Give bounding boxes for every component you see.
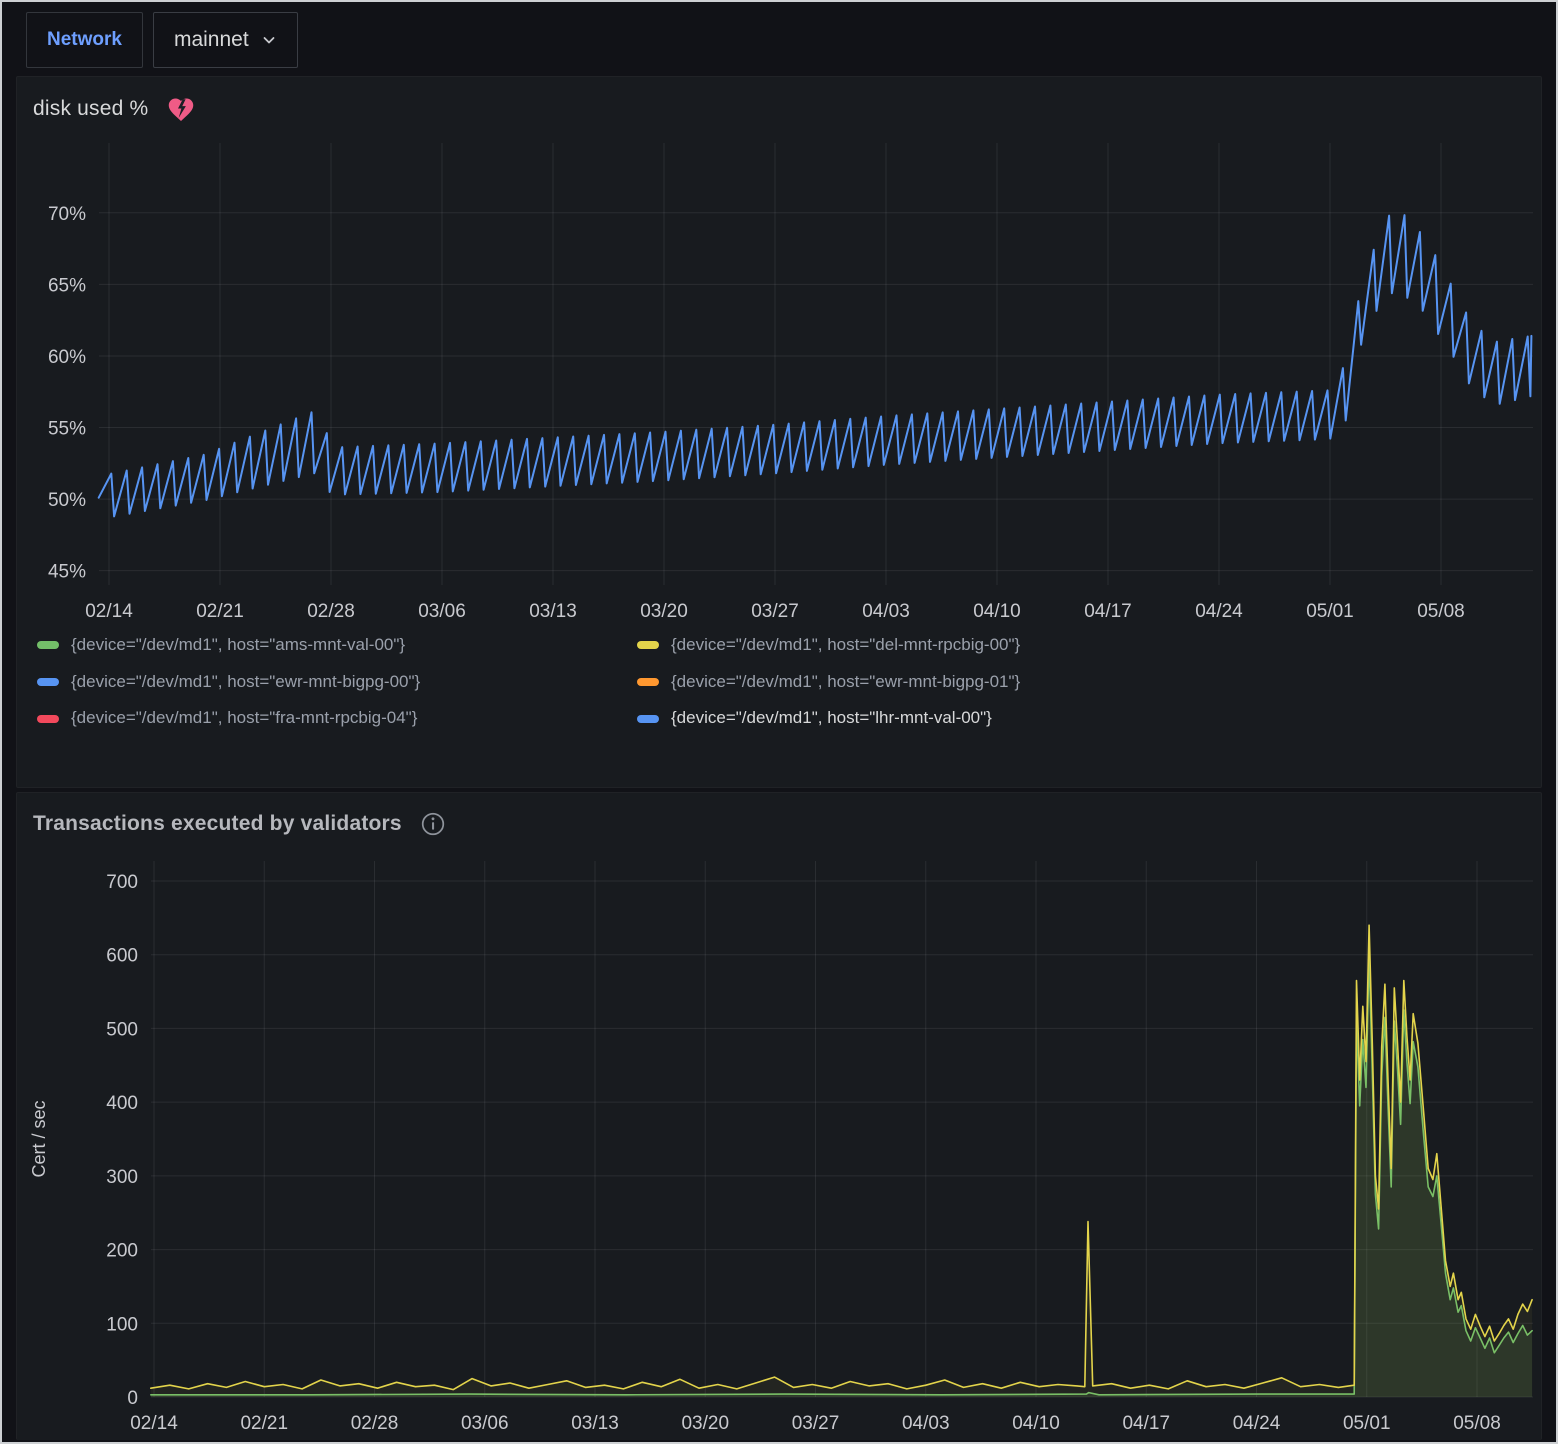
chevron-down-icon [261, 32, 277, 48]
svg-text:02/21: 02/21 [240, 1413, 288, 1434]
legend-series-label: {device="/dev/md1", host="lhr-mnt-val-00… [671, 709, 992, 728]
grid-lines [99, 143, 1533, 585]
legend-series-label: {device="/dev/md1", host="ewr-mnt-bigpg-… [71, 673, 420, 692]
svg-text:02/28: 02/28 [351, 1413, 399, 1434]
legend-item-4[interactable]: {device="/dev/md1", host="fra-mnt-rpcbig… [37, 709, 637, 728]
tx-panel: Transactions executed by validators 0 100… [16, 792, 1542, 1440]
disk-legend: {device="/dev/md1", host="ams-mnt-val-00… [17, 630, 1541, 728]
disk-used-panel: disk used % 45% 50% 55% 60% 65% 70% 02/14 02/21… [16, 76, 1542, 788]
svg-text:04/10: 04/10 [973, 601, 1021, 622]
svg-text:700: 700 [106, 872, 138, 893]
svg-text:04/24: 04/24 [1195, 601, 1243, 622]
svg-text:04/03: 04/03 [862, 601, 910, 622]
legend-item-2[interactable]: {device="/dev/md1", host="ewr-mnt-bigpg-… [37, 673, 637, 692]
grafana-dashboard: Network mainnet disk used % 45% 50% 55% 60%… [0, 0, 1558, 1444]
svg-text:02/21: 02/21 [196, 601, 244, 622]
svg-text:05/01: 05/01 [1343, 1413, 1391, 1434]
svg-text:05/01: 05/01 [1306, 601, 1354, 622]
variable-label-text: Network [47, 29, 122, 51]
legend-series-dash [37, 641, 59, 649]
series-line-1 [151, 925, 1532, 1389]
svg-text:05/08: 05/08 [1453, 1413, 1501, 1434]
svg-text:65%: 65% [48, 275, 86, 296]
svg-text:04/17: 04/17 [1084, 601, 1132, 622]
legend-item-1[interactable]: {device="/dev/md1", host="del-mnt-rpcbig… [637, 636, 1541, 655]
svg-text:600: 600 [106, 946, 138, 967]
legend-item-5[interactable]: {device="/dev/md1", host="lhr-mnt-val-00… [637, 709, 1541, 728]
svg-text:03/27: 03/27 [792, 1413, 840, 1434]
disk-panel-title[interactable]: disk used % [33, 97, 148, 121]
legend-series-dash [37, 678, 59, 686]
variable-value-text: mainnet [174, 28, 249, 52]
svg-text:05/08: 05/08 [1417, 601, 1465, 622]
svg-text:500: 500 [106, 1019, 138, 1040]
legend-series-label: {device="/dev/md1", host="ewr-mnt-bigpg-… [671, 673, 1020, 692]
svg-text:70%: 70% [48, 204, 86, 225]
svg-text:04/03: 04/03 [902, 1413, 950, 1434]
svg-text:04/10: 04/10 [1012, 1413, 1060, 1434]
svg-text:55%: 55% [48, 419, 86, 440]
tx-panel-header: Transactions executed by validators [17, 793, 1541, 839]
legend-item-3[interactable]: {device="/dev/md1", host="ewr-mnt-bigpg-… [637, 673, 1541, 692]
svg-text:0: 0 [127, 1388, 138, 1409]
series-line-0 [151, 955, 1532, 1395]
grid-lines [151, 861, 1533, 1397]
svg-text:03/13: 03/13 [529, 601, 577, 622]
series-line-5 [99, 215, 1532, 516]
svg-text:03/27: 03/27 [751, 601, 799, 622]
svg-text:03/20: 03/20 [640, 601, 688, 622]
svg-text:04/17: 04/17 [1122, 1413, 1170, 1434]
axis-tick-labels: 0 100 200 300 400 500 600 700 02/14 02/21 02/28 03/… [106, 872, 1500, 1434]
disk-panel-header: disk used % [17, 77, 1541, 125]
series-area-1 [151, 925, 1532, 1397]
svg-text:03/06: 03/06 [418, 601, 466, 622]
tx-chart[interactable]: 0 100 200 300 400 500 600 700 02/14 02/21 02/28 03/… [17, 839, 1541, 1440]
svg-text:100: 100 [106, 1314, 138, 1335]
svg-text:200: 200 [106, 1241, 138, 1262]
variable-label-network: Network [26, 12, 143, 68]
disk-chart[interactable]: 45% 50% 55% 60% 65% 70% 02/14 02/21 02/28 03/06 03… [17, 125, 1541, 630]
svg-text:03/06: 03/06 [461, 1413, 509, 1434]
svg-text:60%: 60% [48, 347, 86, 368]
svg-text:04/24: 04/24 [1233, 1413, 1281, 1434]
legend-series-dash [637, 678, 659, 686]
legend-series-label: {device="/dev/md1", host="ams-mnt-val-00… [71, 636, 405, 655]
variable-dropdown-mainnet[interactable]: mainnet [153, 12, 298, 68]
tx-panel-title[interactable]: Transactions executed by validators [33, 812, 402, 836]
legend-item-0[interactable]: {device="/dev/md1", host="ams-mnt-val-00… [37, 636, 637, 655]
svg-text:400: 400 [106, 1093, 138, 1114]
variable-bar: Network mainnet [2, 2, 1556, 76]
legend-series-dash [637, 641, 659, 649]
svg-text:45%: 45% [48, 562, 86, 583]
svg-text:03/20: 03/20 [681, 1413, 729, 1434]
svg-text:02/14: 02/14 [85, 601, 133, 622]
tx-chart-svg[interactable]: 0 100 200 300 400 500 600 700 02/14 02/21 02/28 03/… [17, 839, 1541, 1440]
svg-text:02/28: 02/28 [307, 601, 355, 622]
svg-text:03/13: 03/13 [571, 1413, 619, 1434]
info-circle-icon[interactable] [420, 811, 446, 837]
legend-series-dash [637, 715, 659, 723]
svg-text:300: 300 [106, 1167, 138, 1188]
legend-series-dash [37, 715, 59, 723]
legend-series-label: {device="/dev/md1", host="del-mnt-rpcbig… [671, 636, 1020, 655]
broken-heart-icon [166, 95, 196, 123]
disk-chart-svg[interactable]: 45% 50% 55% 60% 65% 70% 02/14 02/21 02/28 03/06 03… [17, 125, 1541, 625]
svg-text:50%: 50% [48, 490, 86, 511]
legend-series-label: {device="/dev/md1", host="fra-mnt-rpcbig… [71, 709, 417, 728]
svg-text:02/14: 02/14 [130, 1413, 178, 1434]
y-axis-label: Cert / sec [29, 1100, 49, 1177]
